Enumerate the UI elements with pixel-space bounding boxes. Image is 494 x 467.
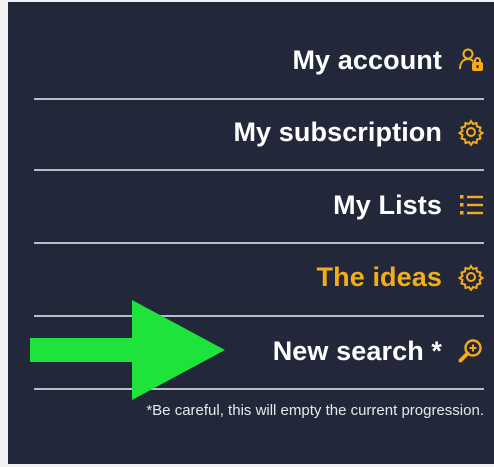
- menu-item-my-subscription[interactable]: My subscription: [233, 112, 486, 152]
- menu-item-label: The ideas: [316, 261, 442, 292]
- magnifier-icon: [456, 336, 486, 366]
- list-icon: [456, 190, 486, 220]
- annotation-arrow: [30, 300, 225, 400]
- menu-item-label: My Lists: [333, 189, 442, 220]
- menu-divider: [34, 169, 484, 171]
- menu-divider: [34, 242, 484, 244]
- menu-item-label: My subscription: [233, 116, 442, 147]
- gear-icon: [456, 262, 486, 292]
- user-lock-icon: [456, 45, 486, 75]
- menu-item-new-search[interactable]: New search *: [273, 331, 486, 371]
- menu-item-the-ideas[interactable]: The ideas: [317, 257, 486, 297]
- menu-item-my-account[interactable]: My account: [292, 40, 486, 80]
- menu-divider: [34, 98, 484, 100]
- menu-item-label: My account: [292, 44, 442, 75]
- new-search-warning-note: *Be careful, this will empty the current…: [146, 402, 484, 419]
- screenshot-stage: My account My subscription My Lists The …: [0, 0, 494, 467]
- menu-item-label: New search *: [272, 335, 442, 366]
- menu-item-my-lists[interactable]: My Lists: [333, 185, 486, 225]
- gear-icon: [456, 117, 486, 147]
